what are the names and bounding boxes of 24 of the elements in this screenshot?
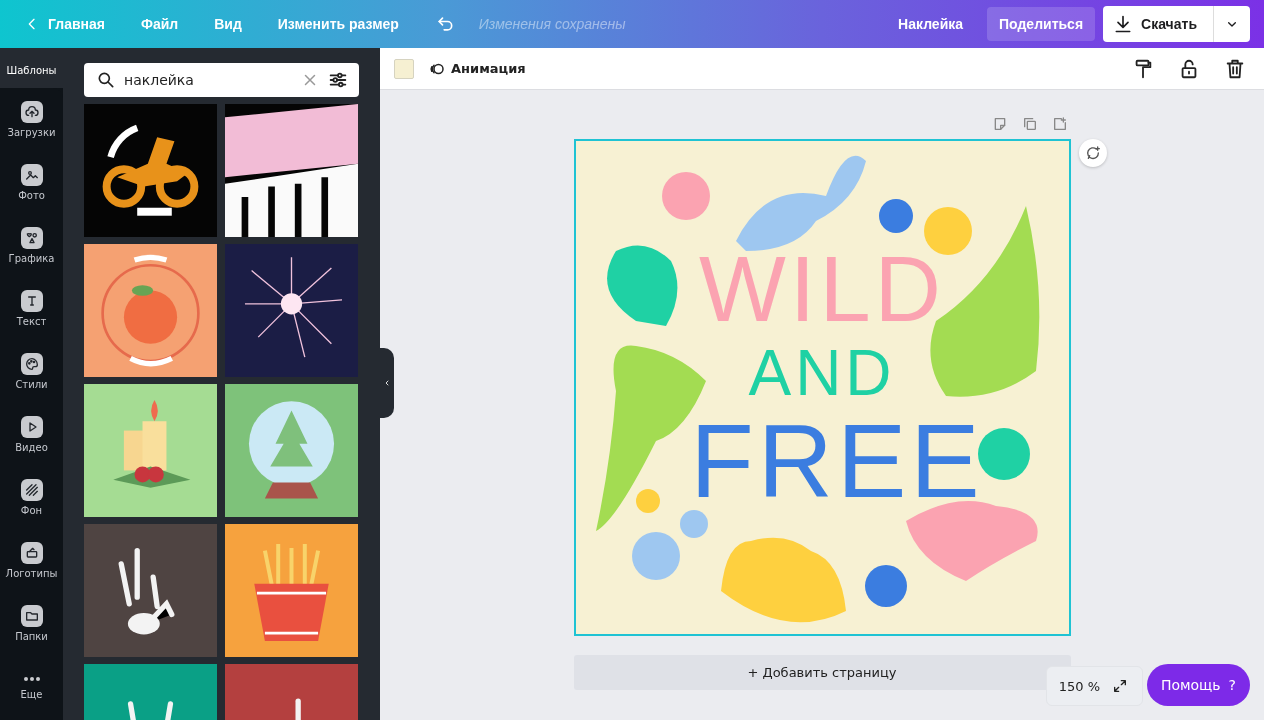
comment-plus-icon <box>1084 145 1101 161</box>
search-bar[interactable]: наклейка <box>84 63 359 97</box>
expand-icon <box>1112 678 1128 694</box>
design-name[interactable]: Наклейка <box>888 8 974 40</box>
palette-icon <box>23 356 40 372</box>
copy-icon <box>1021 116 1038 132</box>
comment-button[interactable] <box>1078 139 1107 167</box>
collapse-handle[interactable] <box>380 348 394 418</box>
color-swatch[interactable] <box>394 58 414 79</box>
add-page-icon <box>1051 116 1068 132</box>
trash-icon <box>1224 57 1246 80</box>
design-text[interactable]: FREE <box>690 408 984 513</box>
animation-button[interactable]: Анимация <box>424 55 530 82</box>
sidebar-tab[interactable]: Шаблоны <box>0 48 63 88</box>
upload-icon <box>23 104 40 120</box>
share-button[interactable]: Поделиться <box>987 7 1096 41</box>
save-status: Изменения сохранены <box>478 16 626 32</box>
zoom-control[interactable]: 150 % <box>1045 666 1143 706</box>
help-button[interactable]: Помощь ? <box>1146 664 1250 706</box>
design-canvas[interactable]: WILD AND FREE <box>573 139 1071 636</box>
search-field[interactable]: наклейка <box>124 65 293 95</box>
more-icon <box>22 674 41 683</box>
stripes-icon <box>23 482 40 498</box>
search-icon <box>96 70 116 90</box>
